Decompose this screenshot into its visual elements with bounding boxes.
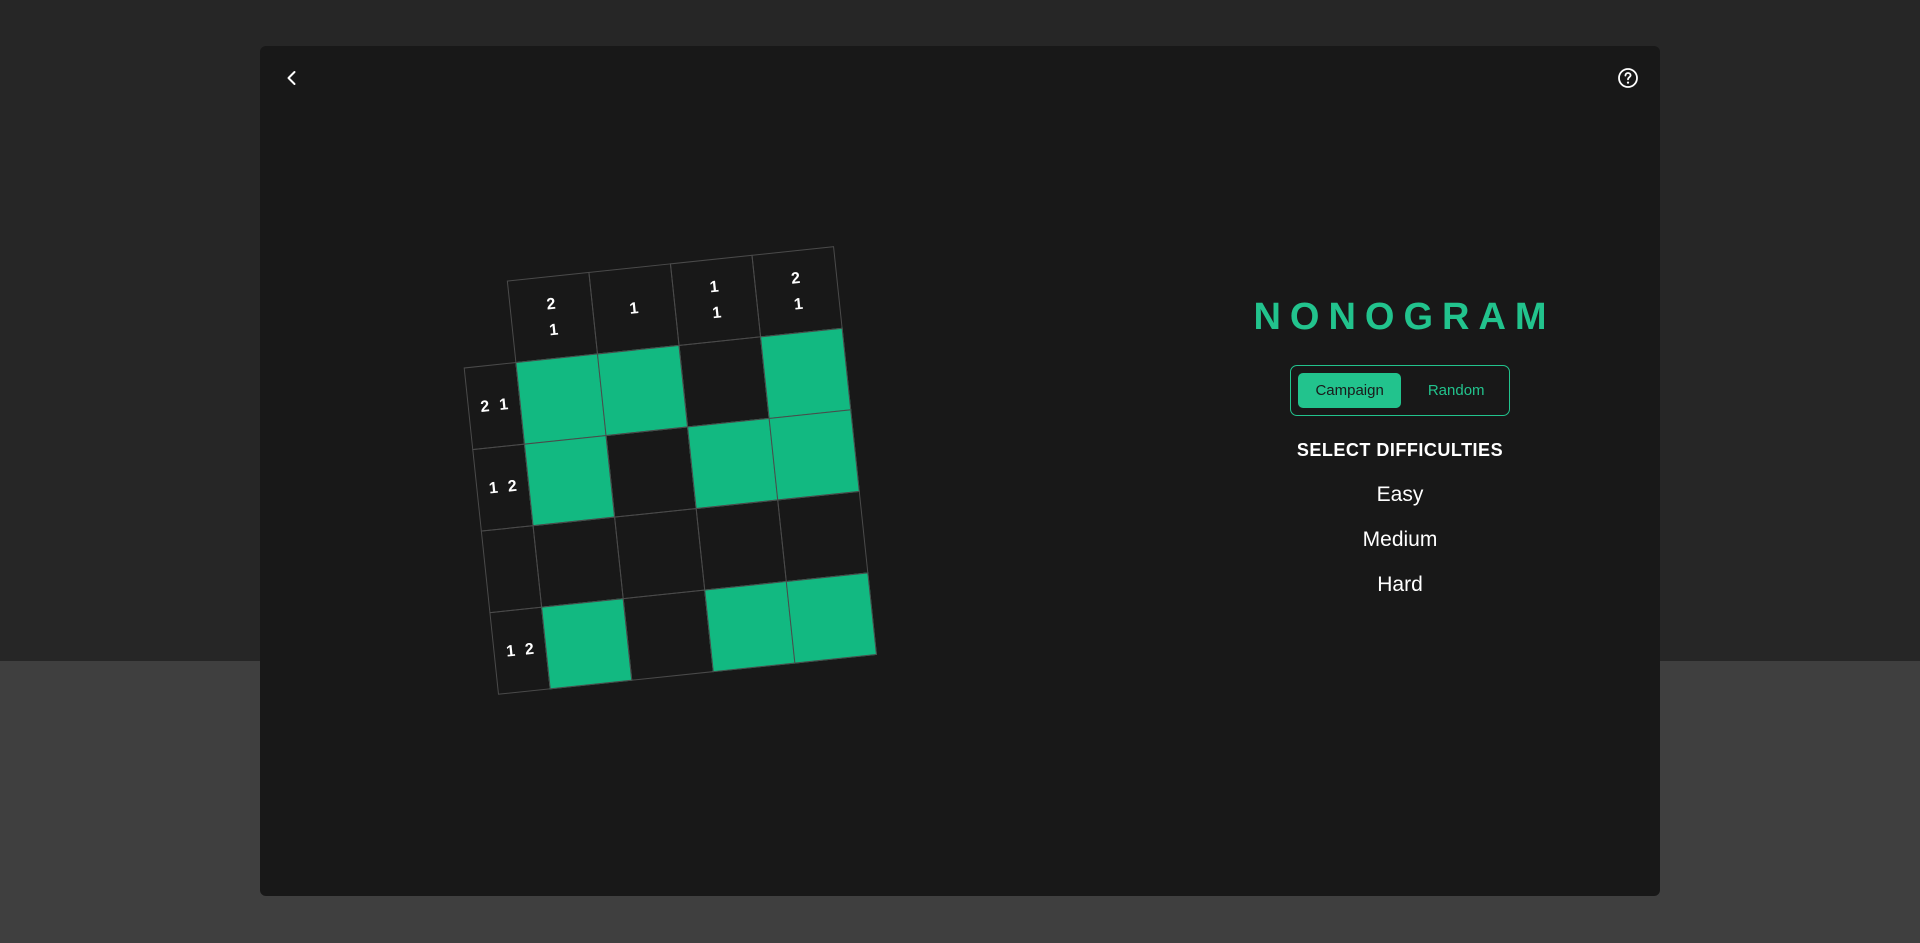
- hint-number: 1: [548, 321, 560, 339]
- column-hint: 21: [751, 246, 843, 338]
- hint-number: 1: [505, 642, 516, 661]
- grid-cell-filled: [760, 327, 852, 419]
- grid-cell-empty: [777, 490, 869, 583]
- hint-number: 2: [790, 269, 801, 288]
- grid-cell-empty: [695, 499, 787, 591]
- help-button[interactable]: [1612, 62, 1644, 94]
- grid-cell-filled: [704, 580, 796, 673]
- hint-number: 1: [708, 278, 720, 296]
- column-hint: 1: [588, 263, 680, 355]
- game-title: NONOGRAM: [1253, 296, 1556, 338]
- hint-number: 1: [488, 479, 499, 498]
- puzzle-grid: 2111121211212: [456, 246, 877, 695]
- hint-number: 1: [628, 299, 640, 318]
- nonogram-preview: 2111121211212: [456, 246, 877, 695]
- hint-number: 2: [506, 477, 518, 496]
- random-mode-button[interactable]: Random: [1411, 373, 1502, 408]
- hint-number: 1: [498, 395, 510, 414]
- grid-cell-filled: [523, 435, 616, 527]
- grid-cell-empty: [605, 426, 697, 518]
- grid-cell-empty: [532, 516, 624, 608]
- hint-number: 2: [524, 640, 535, 659]
- grid-cell-filled: [768, 409, 860, 501]
- question-circle-icon: [1618, 68, 1638, 88]
- hint-number: 2: [479, 397, 491, 416]
- grid-cell-filled: [785, 572, 877, 664]
- grid-cell-filled: [515, 353, 607, 445]
- game-modal: 2111121211212 NONOGRAM Campaign Random S…: [260, 46, 1660, 896]
- grid-cell-filled: [596, 344, 689, 437]
- column-hint: 11: [669, 254, 762, 346]
- mode-toggle: Campaign Random: [1290, 365, 1510, 416]
- grid-cell-empty: [622, 589, 714, 681]
- difficulty-hard-button[interactable]: Hard: [1377, 573, 1423, 597]
- grid-cell-filled: [687, 417, 779, 510]
- select-difficulties-label: SELECT DIFFICULTIES: [1296, 440, 1504, 460]
- column-hint: 21: [506, 271, 599, 364]
- hint-number: 1: [711, 303, 723, 322]
- main-menu: NONOGRAM Campaign Random SELECT DIFFICUL…: [1160, 296, 1640, 597]
- difficulty-medium-button[interactable]: Medium: [1363, 528, 1438, 552]
- campaign-mode-button[interactable]: Campaign: [1298, 373, 1401, 408]
- grid-cell-empty: [678, 336, 770, 428]
- back-button[interactable]: [276, 62, 308, 94]
- hint-number: 1: [793, 295, 804, 314]
- grid-cell-filled: [541, 598, 633, 690]
- chevron-left-icon: [287, 71, 296, 85]
- difficulty-easy-button[interactable]: Easy: [1377, 483, 1424, 507]
- grid-cell-empty: [614, 507, 706, 600]
- hint-number: 2: [545, 295, 557, 314]
